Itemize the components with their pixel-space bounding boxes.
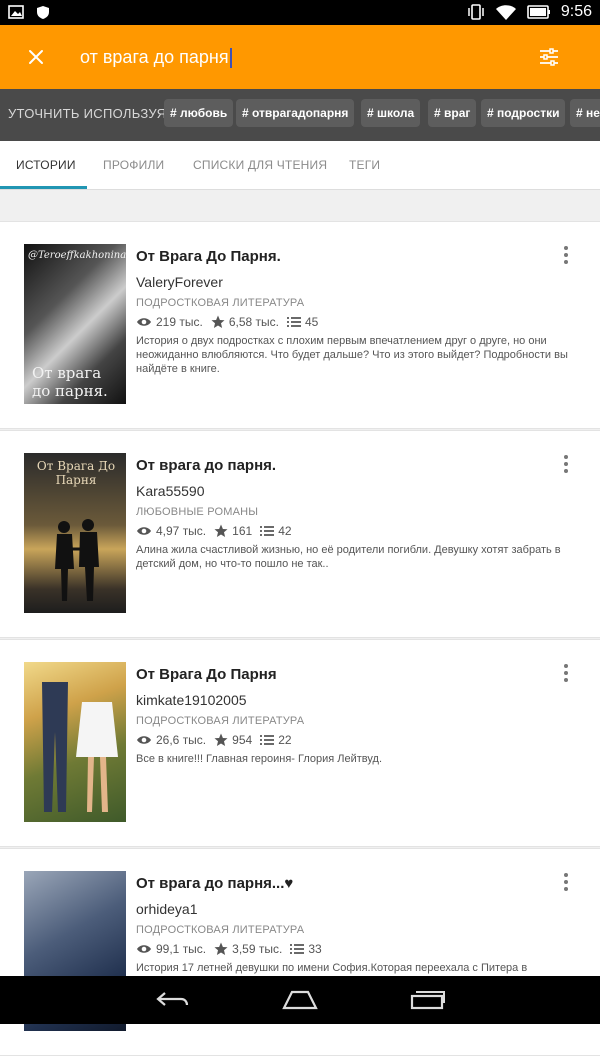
votes-count: 954 bbox=[232, 733, 253, 747]
votes-count: 3,59 тыс. bbox=[232, 942, 283, 956]
more-options-icon[interactable] bbox=[558, 453, 574, 475]
story-category: ПОДРОСТКОВАЯ ЛИТЕРАТУРА bbox=[136, 924, 305, 936]
wifi-icon bbox=[495, 5, 516, 20]
story-title[interactable]: От Врага До Парня bbox=[136, 666, 277, 683]
couple-legs-illustration bbox=[42, 682, 118, 812]
story-title[interactable]: От врага до парня. bbox=[136, 457, 276, 474]
list-icon bbox=[260, 526, 275, 536]
list-icon bbox=[260, 735, 275, 745]
status-bar: 9:56 bbox=[0, 0, 600, 25]
shield-icon bbox=[37, 6, 49, 19]
story-author[interactable]: kimkate19102005 bbox=[136, 692, 247, 708]
story-cover: От Врага До Парня bbox=[24, 453, 126, 613]
search-query-text: от врага до парня bbox=[80, 47, 229, 67]
tag-chip[interactable]: # отврагадопарня bbox=[236, 99, 355, 127]
star-icon bbox=[214, 942, 228, 955]
gallery-icon bbox=[8, 5, 24, 19]
star-icon bbox=[214, 524, 228, 537]
tag-chip[interactable]: # любовь bbox=[164, 99, 234, 127]
cover-watermark: @Teroeffkakhonina bbox=[28, 250, 126, 261]
story-cover: @Teroeffkakhonina От врага до парня. bbox=[24, 244, 126, 404]
views-count: 99,1 тыс. bbox=[156, 942, 207, 956]
story-category: ПОДРОСТКОВАЯ ЛИТЕРАТУРА bbox=[136, 715, 305, 727]
views-count: 219 тыс. bbox=[156, 315, 203, 329]
eye-icon bbox=[137, 945, 151, 953]
story-card[interactable]: От Врага До Парня kimkate19102005 ПОДРОС… bbox=[0, 639, 600, 847]
story-author[interactable]: orhideya1 bbox=[136, 901, 198, 917]
list-icon bbox=[286, 317, 301, 327]
vibrate-icon bbox=[468, 4, 484, 20]
back-icon[interactable] bbox=[155, 990, 189, 1010]
tag-chip[interactable]: # не bbox=[570, 99, 600, 127]
battery-icon bbox=[527, 5, 550, 19]
active-tab-indicator bbox=[0, 186, 87, 189]
home-icon[interactable] bbox=[282, 990, 318, 1010]
story-card[interactable]: @Teroeffkakhonina От врага до парня. От … bbox=[0, 221, 600, 429]
story-stats: 99,1 тыс. 3,59 тыс. 33 bbox=[136, 942, 322, 956]
clock: 9:56 bbox=[560, 3, 592, 20]
search-input[interactable]: от врага до парня bbox=[80, 47, 232, 69]
eye-icon bbox=[137, 527, 151, 535]
story-title[interactable]: От врага до парня...♥ bbox=[136, 875, 293, 892]
story-description: Алина жила счастливой жизнью, но её роди… bbox=[136, 544, 561, 570]
system-nav-bar bbox=[0, 976, 600, 1024]
refine-hint: УТОЧНИТЬ ИСПОЛЬЗУЯ bbox=[8, 106, 167, 121]
couple-silhouette bbox=[55, 519, 99, 601]
list-icon bbox=[290, 944, 305, 954]
star-icon bbox=[211, 315, 225, 328]
text-caret bbox=[229, 48, 232, 69]
story-stats: 26,6 тыс. 954 22 bbox=[136, 733, 292, 747]
tag-chip[interactable]: # школа bbox=[361, 99, 421, 127]
tag-chip[interactable]: # враг bbox=[428, 99, 477, 127]
tag-refine-bar: УТОЧНИТЬ ИСПОЛЬЗУЯ # любовь # отврагадоп… bbox=[0, 89, 600, 141]
parts-count: 42 bbox=[278, 524, 292, 538]
parts-count: 22 bbox=[278, 733, 292, 747]
more-options-icon[interactable] bbox=[558, 244, 574, 266]
story-category: ПОДРОСТКОВАЯ ЛИТЕРАТУРА bbox=[136, 297, 305, 309]
story-author[interactable]: Kara55590 bbox=[136, 483, 205, 499]
story-author[interactable]: ValeryForever bbox=[136, 274, 223, 290]
cover-title: От Врага До Парня bbox=[36, 459, 116, 487]
eye-icon bbox=[137, 736, 151, 744]
views-count: 4,97 тыс. bbox=[156, 524, 207, 538]
search-bar: от врага до парня bbox=[0, 25, 600, 89]
views-count: 26,6 тыс. bbox=[156, 733, 207, 747]
story-cover bbox=[24, 662, 126, 822]
star-icon bbox=[214, 733, 228, 746]
story-title[interactable]: От Врага До Парня. bbox=[136, 248, 281, 265]
parts-count: 45 bbox=[304, 315, 319, 329]
eye-icon bbox=[137, 318, 151, 326]
tab-stories[interactable]: ИСТОРИИ bbox=[16, 158, 76, 172]
story-description: Все в книге!!! Главная героиня- Глория Л… bbox=[136, 753, 383, 765]
story-card[interactable]: От врага до парня...♥ orhideya1 ПОДРОСТК… bbox=[0, 848, 600, 1056]
tab-reading-lists[interactable]: СПИСКИ ДЛЯ ЧТЕНИЯ bbox=[193, 158, 327, 172]
tag-chip[interactable]: # подростки bbox=[481, 99, 566, 127]
parts-count: 33 bbox=[308, 942, 322, 956]
tab-profiles[interactable]: ПРОФИЛИ bbox=[103, 158, 164, 172]
story-description: История о двух подростках с плохим первы… bbox=[136, 335, 568, 375]
close-icon[interactable] bbox=[24, 45, 48, 69]
story-description: История 17 летней девушки по имени София… bbox=[136, 962, 528, 974]
more-options-icon[interactable] bbox=[558, 662, 574, 684]
votes-count: 161 bbox=[232, 524, 253, 538]
tab-tags[interactable]: ТЕГИ bbox=[349, 158, 380, 172]
more-options-icon[interactable] bbox=[558, 871, 574, 893]
recent-apps-icon[interactable] bbox=[410, 990, 446, 1010]
result-tabs: ИСТОРИИ ПРОФИЛИ СПИСКИ ДЛЯ ЧТЕНИЯ ТЕГИ bbox=[0, 141, 600, 190]
votes-count: 6,58 тыс. bbox=[228, 315, 279, 329]
story-category: ЛЮБОВНЫЕ РОМАНЫ bbox=[136, 506, 259, 518]
cover-title: От врага до парня. bbox=[32, 364, 108, 400]
story-card[interactable]: От Врага До Парня От врага до парня. Kar… bbox=[0, 430, 600, 638]
story-stats: 4,97 тыс. 161 42 bbox=[136, 524, 292, 538]
story-stats: 219 тыс. 6,58 тыс. 45 bbox=[136, 315, 318, 329]
filter-sliders-icon[interactable] bbox=[537, 45, 561, 69]
